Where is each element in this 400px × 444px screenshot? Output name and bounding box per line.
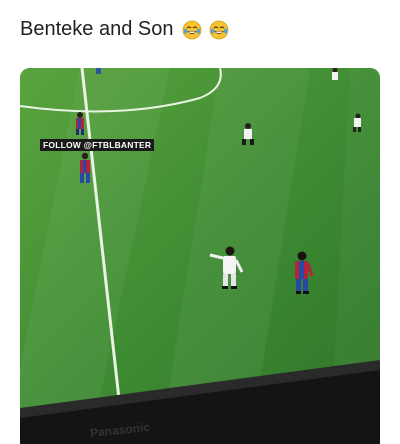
football-pitch-frame [20,68,380,444]
player-top-right [332,68,338,80]
video-player[interactable]: FOLLOW @FTBLBANTER Panasonic [20,68,380,444]
post-caption: Benteke and Son [20,18,229,41]
caption-text: Benteke and Son [20,18,174,40]
watermark-label: FOLLOW @FTBLBANTER [40,139,155,151]
face-with-tears-of-joy-icon [209,20,228,40]
player-far-left [96,68,101,74]
face-with-tears-of-joy-icon [182,20,202,40]
